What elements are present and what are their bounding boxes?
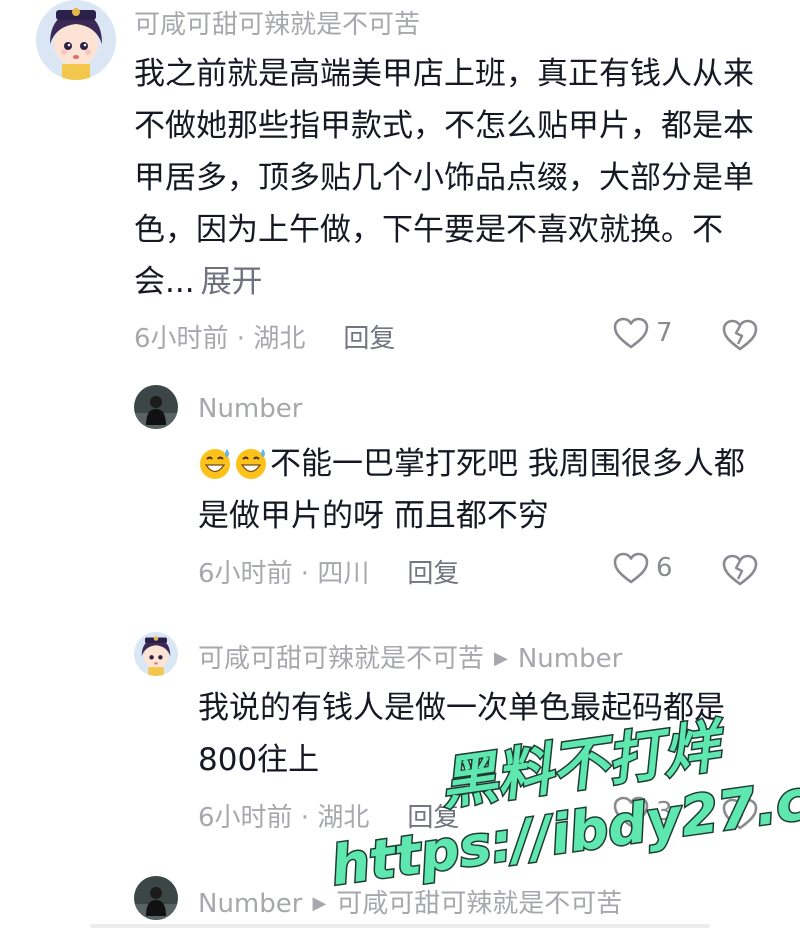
like-button[interactable]: 6 [612, 551, 673, 585]
like-count: 7 [656, 318, 673, 348]
reply-button[interactable]: 回复 [343, 324, 395, 354]
avatar[interactable] [134, 632, 178, 676]
broken-heart-icon [722, 798, 758, 830]
like-button[interactable]: 7 [612, 316, 673, 350]
comment-meta: 6小时前 · 四川 回复 [198, 553, 459, 590]
reply-to-username[interactable]: 可咸可甜可辣就是不可苦 [336, 889, 622, 919]
comment-text: 我之前就是高端美甲店上班，真正有钱人从来不做她那些指甲款式，不怎么贴甲片，都是本… [134, 48, 754, 308]
avatar-cartoon-girl-icon [36, 0, 116, 80]
grinning-sweat-emoji-icon [200, 449, 230, 479]
time-location: 6小时前 · 湖北 [198, 803, 370, 833]
broken-heart-icon [722, 319, 758, 351]
avatar[interactable] [134, 385, 178, 429]
comment-text-content: 不能一巴掌打死吧 我周围很多人都是做甲片的呀 而且都不穷 [198, 446, 745, 534]
time-location: 6小时前 · 湖北 [134, 324, 306, 354]
reply-to-username[interactable]: Number [518, 644, 622, 674]
grinning-sweat-emoji-icon [236, 449, 266, 479]
username[interactable]: 可咸可甜可辣就是不可苦 [198, 644, 484, 674]
reply-button[interactable]: 回复 [407, 559, 459, 589]
heart-outline-icon [613, 317, 649, 349]
broken-heart-icon [722, 554, 758, 586]
time-location: 6小时前 · 四川 [198, 559, 370, 589]
dislike-button[interactable] [722, 318, 758, 352]
comment-text: 不能一巴掌打死吧 我周围很多人都是做甲片的呀 而且都不穷 [198, 438, 768, 542]
heart-outline-icon [613, 552, 649, 584]
heart-outline-icon [613, 796, 649, 828]
like-button[interactable]: 3 [612, 795, 673, 829]
avatar[interactable] [134, 876, 178, 920]
username-with-reply-to: 可咸可甜可辣就是不可苦 ▶ Number [198, 638, 622, 675]
username-with-reply-to: Number ▶ 可咸可甜可辣就是不可苦 [198, 883, 622, 920]
username[interactable]: Number [198, 394, 302, 424]
avatar-dark-photo-icon [134, 385, 178, 429]
avatar-dark-photo-icon [134, 876, 178, 920]
reply-arrow-icon: ▶ [312, 893, 327, 914]
like-count: 3 [656, 797, 673, 827]
username[interactable]: Number [198, 889, 302, 919]
comment-meta: 6小时前 · 湖北 回复 [134, 318, 395, 355]
comment-text: 我说的有钱人是做一次单色最起码都是800往上 [198, 690, 725, 778]
like-count: 6 [656, 553, 673, 583]
scroll-indicator [90, 924, 710, 928]
avatar[interactable] [36, 0, 116, 80]
username[interactable]: 可咸可甜可辣就是不可苦 [134, 4, 420, 41]
expand-link[interactable]: 展开 [201, 264, 263, 300]
comment-meta: 6小时前 · 湖北 回复 [198, 797, 459, 834]
dislike-button[interactable] [722, 797, 758, 831]
reply-button[interactable]: 回复 [407, 803, 459, 833]
reply-arrow-icon: ▶ [494, 648, 508, 669]
avatar-cartoon-girl-icon [134, 632, 178, 676]
dislike-button[interactable] [722, 553, 758, 587]
